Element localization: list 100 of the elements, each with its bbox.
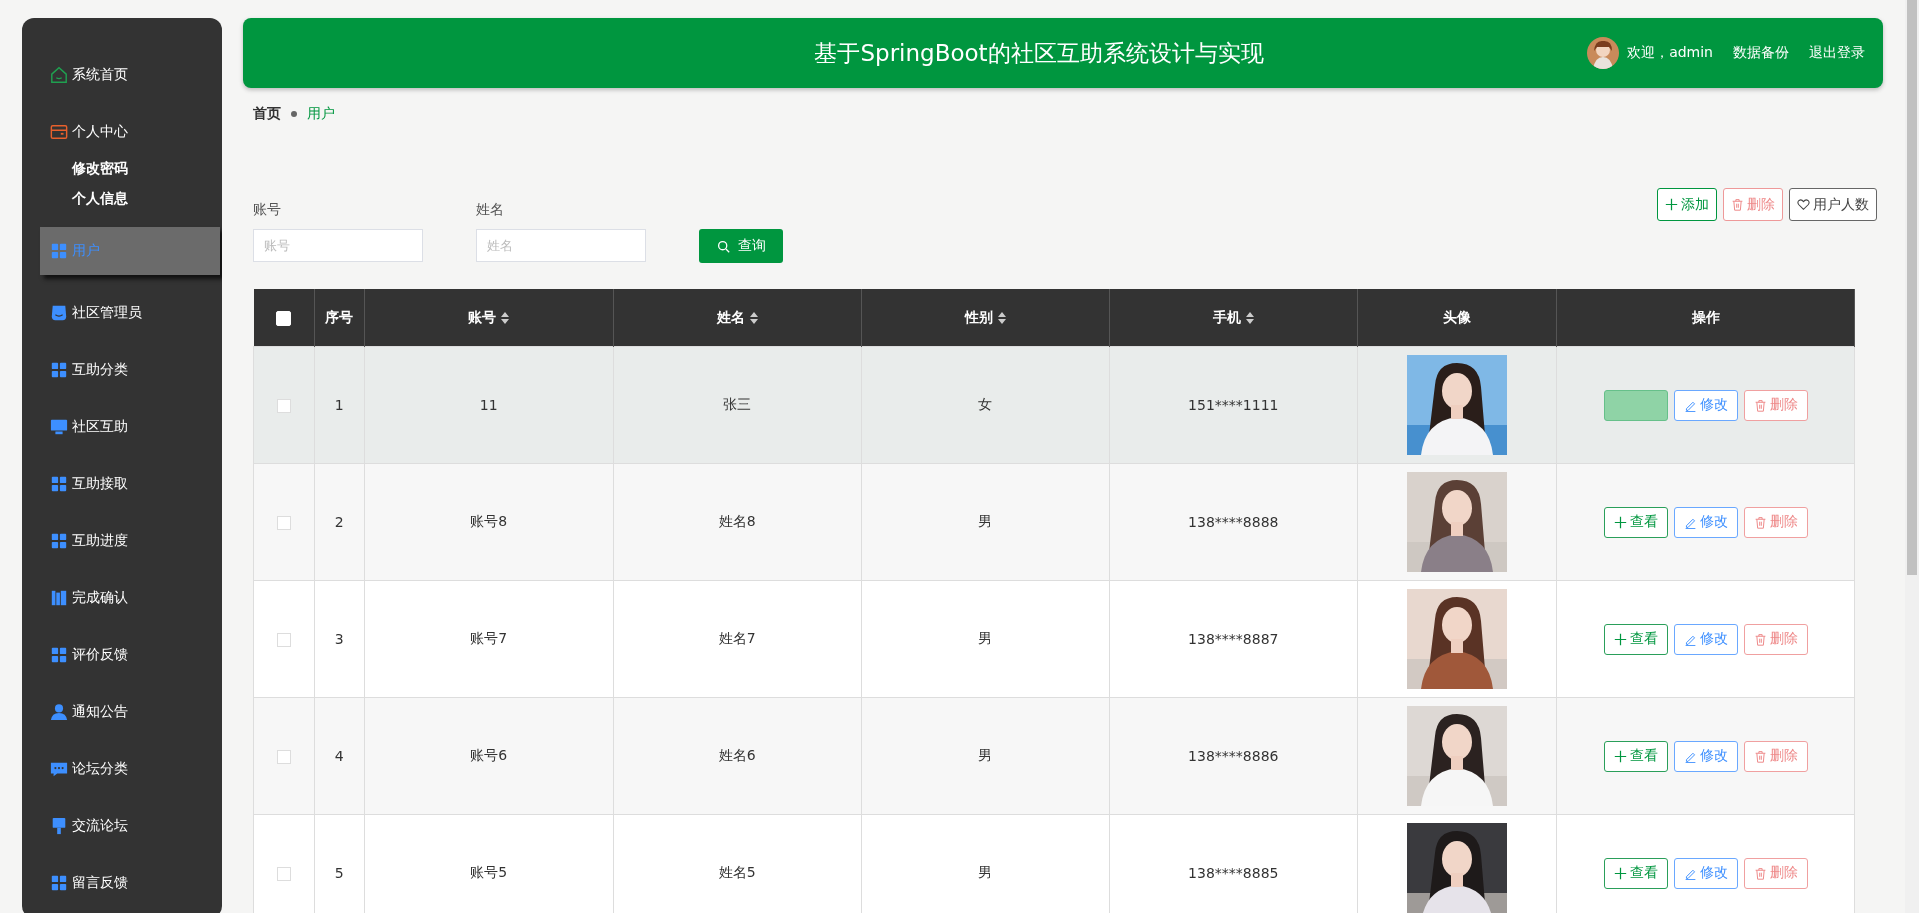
app-title: 基于SpringBoot的社区互助系统设计与实现 (813, 38, 1265, 68)
view-button[interactable]: 查看 (1603, 857, 1668, 889)
table-cell: 姓名6 (613, 697, 862, 815)
column-header[interactable]: 序号 (314, 289, 365, 347)
column-label: 手机 (1212, 308, 1241, 327)
grid-icon (50, 242, 68, 260)
column-label: 操作 (1691, 308, 1720, 327)
heart-icon (1797, 198, 1810, 211)
stand-icon (50, 816, 68, 835)
view-button[interactable] (1603, 389, 1668, 421)
sidebar-item[interactable]: 个人中心 (22, 103, 128, 160)
table-cell: 138****8885 (1109, 814, 1358, 913)
table-cell: 138****8887 (1109, 580, 1358, 698)
column-header[interactable]: 手机 (1109, 289, 1358, 347)
table-cell: 1 (314, 346, 365, 464)
sidebar-item[interactable]: 互助分类 (22, 341, 128, 398)
plus-icon (1613, 632, 1627, 646)
table-cell: 姓名7 (613, 580, 862, 698)
sidebar-item[interactable]: 留言反馈 (22, 854, 128, 911)
search-icon (716, 239, 730, 253)
sidebar-item[interactable]: 完成确认 (22, 569, 128, 626)
grid-icon (50, 531, 68, 550)
column-label: 账号 (468, 308, 497, 327)
add-button[interactable]: 添加 (1657, 188, 1717, 221)
input-field[interactable]: 账号 (253, 229, 423, 262)
grid-icon (50, 474, 68, 493)
sidebar-item[interactable]: 评价反馈 (22, 626, 128, 683)
trash-icon (1731, 198, 1744, 211)
table-cell: 女 (861, 346, 1110, 464)
count-button[interactable]: 用户人数 (1789, 188, 1877, 221)
row-checkbox[interactable] (276, 399, 291, 413)
table-cell: 男 (861, 580, 1110, 698)
table-cell: 账号8 (364, 463, 614, 581)
row-checkbox[interactable] (276, 633, 291, 647)
sidebar-item[interactable]: 系统首页 (22, 46, 128, 103)
sidebar-subitem[interactable]: 修改密码 (72, 160, 128, 178)
column-header[interactable]: 姓名 (613, 289, 862, 347)
field-label: 姓名 (476, 201, 505, 219)
view-button[interactable]: 查看 (1603, 623, 1668, 655)
header-link[interactable]: 退出登录 (1809, 44, 1865, 62)
table-cell: 张三 (613, 346, 862, 464)
table-cell: 男 (861, 463, 1110, 581)
sidebar-subitem[interactable]: 个人信息 (72, 190, 128, 208)
view-button[interactable]: 查看 (1603, 740, 1668, 772)
table-cell: 138****8888 (1109, 463, 1358, 581)
plus-icon (1665, 198, 1678, 211)
sidebar-item[interactable]: 社区互助 (22, 398, 128, 455)
sidebar-item[interactable]: 交流论坛 (22, 797, 128, 854)
trash-icon (1753, 866, 1767, 880)
plus-icon (1613, 866, 1627, 880)
header-link[interactable]: 数据备份 (1733, 44, 1789, 62)
table-cell: 账号7 (364, 580, 614, 698)
column-header[interactable]: 头像 (1357, 289, 1557, 347)
column-header[interactable]: 操作 (1556, 289, 1855, 347)
table-cell: 姓名8 (613, 463, 862, 581)
trash-icon (1753, 515, 1767, 529)
search-button[interactable]: 查询 (699, 229, 783, 263)
column-header[interactable]: 账号 (364, 289, 614, 347)
grid-icon (50, 873, 68, 892)
table-cell: 3 (314, 580, 365, 698)
select-all-checkbox[interactable] (276, 310, 292, 326)
shop-icon (50, 303, 68, 322)
column-label: 序号 (325, 308, 354, 327)
welcome-text: 欢迎，admin (1627, 44, 1713, 62)
books-icon (50, 588, 68, 607)
scroll-thumb[interactable] (1907, 0, 1917, 575)
sidebar-item[interactable]: 论坛分类 (22, 740, 128, 797)
table-cell: 4 (314, 697, 365, 815)
plus-icon (1613, 515, 1627, 529)
sidebar-item[interactable]: 社区管理员 (22, 284, 142, 341)
trash-icon (1753, 749, 1767, 763)
sidebar-item[interactable]: 互助进度 (22, 512, 128, 569)
column-label: 性别 (964, 308, 993, 327)
row-checkbox[interactable] (276, 750, 291, 764)
sort-icon (1245, 311, 1254, 324)
sort-icon (501, 311, 510, 324)
input-field[interactable]: 姓名 (476, 229, 646, 262)
table-cell: 姓名5 (613, 814, 862, 913)
scrollbar[interactable] (1905, 0, 1919, 913)
column-label: 头像 (1442, 308, 1471, 327)
table-cell: 男 (861, 697, 1110, 815)
breadcrumb-item[interactable]: 用户 (307, 105, 335, 123)
sidebar-item[interactable]: 通知公告 (22, 683, 128, 740)
table-cell: 2 (314, 463, 365, 581)
table-cell: 138****8886 (1109, 697, 1358, 815)
trash-icon (1753, 398, 1767, 412)
column-header[interactable]: 性别 (861, 289, 1110, 347)
table-cell: 151****1111 (1109, 346, 1358, 464)
grid-icon (50, 360, 68, 379)
table-cell: 账号5 (364, 814, 614, 913)
sort-icon (997, 311, 1006, 324)
field-label: 账号 (253, 201, 282, 219)
row-checkbox[interactable] (276, 516, 291, 530)
row-checkbox[interactable] (276, 867, 291, 881)
view-button[interactable]: 查看 (1603, 506, 1668, 538)
breadcrumb-item[interactable]: 首页 (253, 105, 281, 123)
avatar (1587, 37, 1620, 69)
user-icon (50, 702, 68, 721)
table-cell: 男 (861, 814, 1110, 913)
sidebar-item[interactable]: 互助接取 (22, 455, 128, 512)
